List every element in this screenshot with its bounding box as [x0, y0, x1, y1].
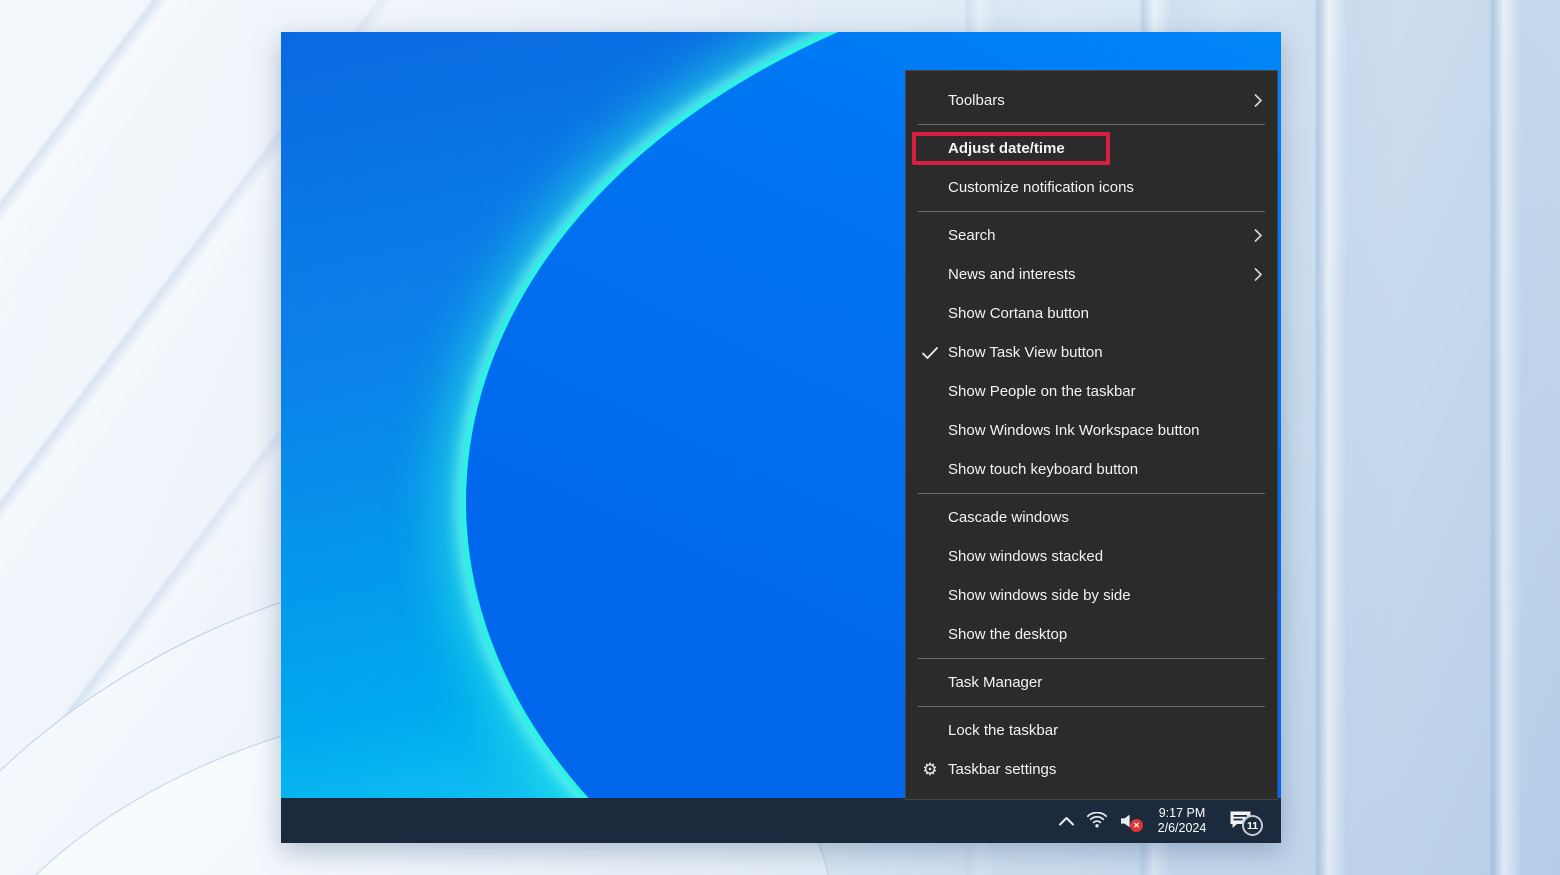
menu-item-show-windows-side-by-side[interactable]: Show windows side by side [906, 576, 1277, 615]
chevron-right-icon [1253, 92, 1263, 109]
system-tray: ✕ 9:17 PM 2/6/2024 11 [1058, 798, 1281, 843]
chevron-right-icon [1253, 266, 1263, 283]
check-icon [917, 346, 943, 360]
menu-item-task-manager[interactable]: Task Manager [906, 663, 1277, 702]
action-center-icon[interactable]: 11 [1228, 810, 1253, 831]
menu-separator [918, 706, 1265, 707]
clock-time: 9:17 PM [1147, 806, 1217, 821]
chevron-up-icon[interactable] [1058, 815, 1075, 827]
notification-count-badge: 11 [1242, 815, 1263, 836]
menu-separator [918, 493, 1265, 494]
chevron-right-icon [1253, 227, 1263, 244]
menu-separator [918, 211, 1265, 212]
menu-item-toolbars[interactable]: Toolbars [906, 81, 1277, 120]
volume-muted-icon[interactable]: ✕ [1119, 813, 1136, 829]
menu-item-news-and-interests[interactable]: News and interests [906, 255, 1277, 294]
menu-item-customize-notification-icons[interactable]: Customize notification icons [906, 168, 1277, 207]
taskbar-clock[interactable]: 9:17 PM 2/6/2024 [1147, 806, 1217, 836]
taskbar-context-menu: Toolbars Adjust date/time Customize noti… [905, 70, 1278, 800]
gear-icon: ⚙ [917, 761, 943, 778]
menu-item-show-the-desktop[interactable]: Show the desktop [906, 615, 1277, 654]
menu-item-taskbar-settings[interactable]: ⚙ Taskbar settings [906, 750, 1277, 789]
menu-item-show-windows-stacked[interactable]: Show windows stacked [906, 537, 1277, 576]
windows-screenshot: ✕ 9:17 PM 2/6/2024 11 Toolbars [281, 32, 1281, 843]
menu-separator [918, 658, 1265, 659]
menu-item-search[interactable]: Search [906, 216, 1277, 255]
menu-item-cascade-windows[interactable]: Cascade windows [906, 498, 1277, 537]
menu-separator [918, 124, 1265, 125]
taskbar[interactable]: ✕ 9:17 PM 2/6/2024 11 [281, 798, 1281, 843]
menu-item-show-task-view-button[interactable]: Show Task View button [906, 333, 1277, 372]
menu-item-show-touch-keyboard-button[interactable]: Show touch keyboard button [906, 450, 1277, 489]
menu-item-adjust-date-time[interactable]: Adjust date/time [906, 129, 1277, 168]
menu-item-lock-the-taskbar[interactable]: Lock the taskbar [906, 711, 1277, 750]
menu-item-show-cortana-button[interactable]: Show Cortana button [906, 294, 1277, 333]
menu-item-show-windows-ink-workspace-button[interactable]: Show Windows Ink Workspace button [906, 411, 1277, 450]
clock-date: 2/6/2024 [1147, 821, 1217, 836]
menu-item-show-people-on-the-taskbar[interactable]: Show People on the taskbar [906, 372, 1277, 411]
volume-mute-x-badge: ✕ [1130, 819, 1143, 832]
wifi-icon[interactable] [1086, 812, 1108, 829]
